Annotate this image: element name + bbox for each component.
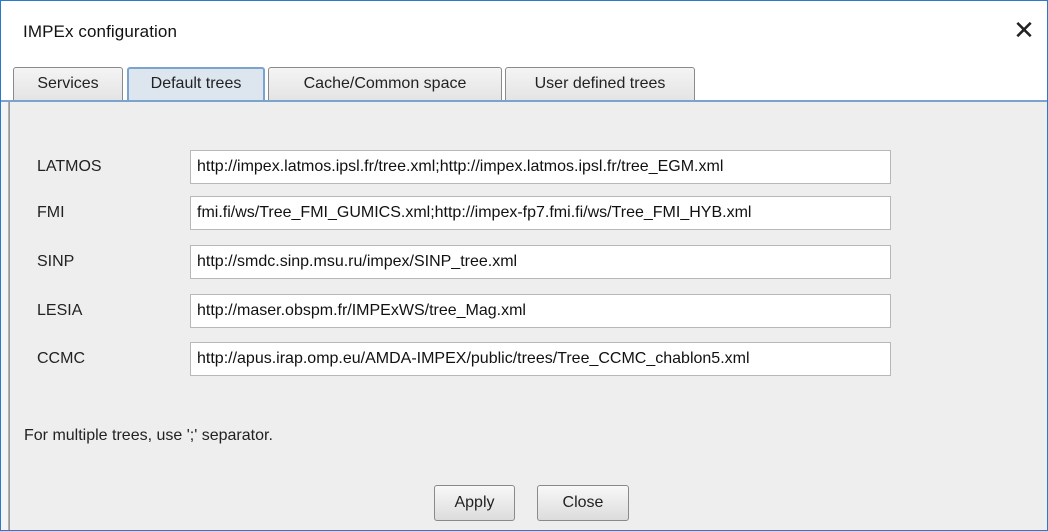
latmos-label: LATMOS	[37, 158, 102, 175]
tree-row-fmi: FMI fmi.fi/ws/Tree_FMI_GUMICS.xml;http:/…	[10, 196, 1047, 230]
tree-row-lesia: LESIA http://maser.obspm.fr/IMPExWS/tree…	[10, 294, 1047, 328]
left-edge	[1, 102, 9, 530]
close-button[interactable]: Close	[537, 485, 629, 521]
tab-default-trees[interactable]: Default trees	[127, 67, 265, 100]
tab-user-defined-trees[interactable]: User defined trees	[505, 67, 695, 100]
fmi-label: FMI	[37, 204, 65, 221]
sinp-label: SINP	[37, 253, 75, 270]
window-title: IMPEx configuration	[23, 22, 178, 41]
tab-services[interactable]: Services	[13, 67, 123, 100]
tree-row-ccmc: CCMC http://apus.irap.omp.eu/AMDA-IMPEX/…	[10, 342, 1047, 376]
default-trees-panel: LATMOS http://impex.latmos.ipsl.fr/tree.…	[9, 102, 1047, 530]
tree-row-sinp: SINP http://smdc.sinp.msu.ru/impex/SINP_…	[10, 245, 1047, 279]
close-icon[interactable]: ✕	[1007, 13, 1041, 47]
lesia-label: LESIA	[37, 302, 83, 319]
ccmc-url-field[interactable]: http://apus.irap.omp.eu/AMDA-IMPEX/publi…	[190, 342, 891, 376]
latmos-url-field[interactable]: http://impex.latmos.ipsl.fr/tree.xml;htt…	[190, 150, 891, 184]
tab-strip: Services Default trees Cache/Common spac…	[1, 63, 1047, 101]
lesia-url-field[interactable]: http://maser.obspm.fr/IMPExWS/tree_Mag.x…	[190, 294, 891, 328]
tab-cache-common-space[interactable]: Cache/Common space	[268, 67, 502, 100]
ccmc-label: CCMC	[37, 350, 85, 367]
fmi-url-field[interactable]: fmi.fi/ws/Tree_FMI_GUMICS.xml;http://imp…	[190, 196, 891, 230]
title-bar: IMPEx configuration ✕	[1, 1, 1047, 63]
separator-hint: For multiple trees, use ';' separator.	[24, 427, 273, 444]
tree-row-latmos: LATMOS http://impex.latmos.ipsl.fr/tree.…	[10, 150, 1047, 184]
dialog-window: IMPEx configuration ✕ Services Default t…	[0, 0, 1048, 531]
apply-button[interactable]: Apply	[434, 485, 515, 521]
sinp-url-field[interactable]: http://smdc.sinp.msu.ru/impex/SINP_tree.…	[190, 245, 891, 279]
